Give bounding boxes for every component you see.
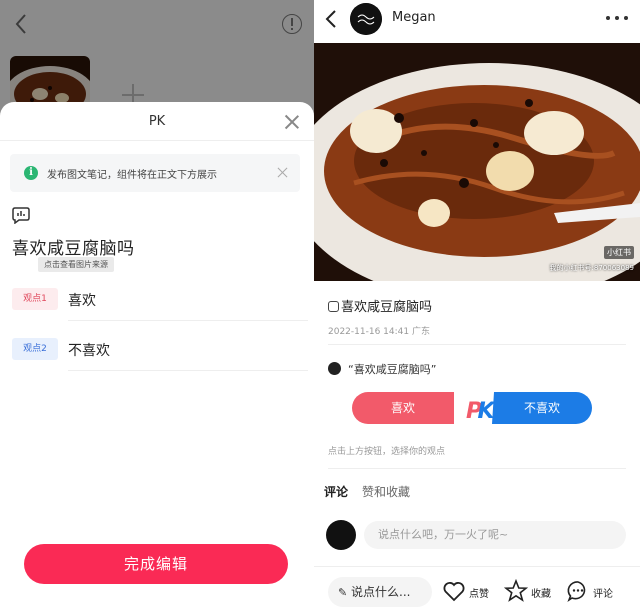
like-label: 点赞	[469, 589, 489, 600]
note-title-text: 喜欢咸豆腐脑吗	[341, 300, 433, 315]
pk-versus-icon: P K	[454, 392, 496, 424]
tab-likes-collections[interactable]: 赞和收藏	[362, 483, 410, 500]
note-title: 喜欢咸豆腐脑吗	[328, 296, 432, 315]
username[interactable]: Megan	[392, 10, 436, 25]
note-photo[interactable]: 小红书 我的小红书号:870063089	[314, 43, 640, 281]
divider	[314, 566, 640, 567]
avatar	[326, 520, 356, 550]
tab-comments[interactable]: 评论	[324, 483, 348, 500]
close-icon[interactable]	[284, 114, 300, 130]
star-icon	[504, 579, 528, 602]
vote-hint: 点击上方按钮，选择你的观点	[328, 447, 446, 457]
note-detail-panel: Megan 小红书 我的小红书号:870063089 喜欢咸豆腐脑吗 2022-…	[314, 0, 640, 613]
svg-text:K: K	[477, 399, 496, 424]
post-date: 2022-11-16 14:41 广东	[328, 327, 430, 337]
divider	[328, 344, 626, 345]
tip-text: 发布图文笔记，组件将在正文下方展示	[47, 170, 217, 181]
option-2[interactable]: 观点2 不喜欢	[12, 338, 308, 371]
tip-close-icon[interactable]	[277, 167, 288, 178]
option-2-badge: 观点2	[12, 338, 58, 360]
collect-label: 收藏	[531, 589, 551, 600]
divider	[328, 468, 626, 469]
back-arrow-icon[interactable]	[324, 8, 340, 30]
avatar[interactable]	[350, 3, 382, 35]
pk-vote-icon	[12, 207, 30, 224]
image-source-tooltip[interactable]: 点击查看图片来源	[38, 257, 114, 272]
pencil-icon: ✎	[338, 586, 348, 599]
heart-icon	[443, 582, 465, 602]
info-circle-icon: i	[24, 166, 38, 180]
option-1-text[interactable]: 喜欢	[68, 290, 96, 310]
question-title[interactable]: 喜欢咸豆腐脑吗	[12, 234, 135, 259]
done-editing-button[interactable]: 完成编辑	[24, 544, 288, 584]
option-1-badge: 观点1	[12, 288, 58, 310]
comment-bubble-icon	[567, 581, 586, 603]
bottom-comment-input[interactable]: ✎ 说点什么...	[328, 577, 432, 607]
tofu-pudding-image	[314, 43, 640, 281]
option-1[interactable]: 观点1 喜欢	[12, 288, 308, 321]
more-options-icon[interactable]	[606, 12, 628, 24]
comment-label: 评论	[593, 589, 613, 600]
option-2-text[interactable]: 不喜欢	[68, 340, 110, 360]
info-tip-banner: i 发布图文笔记，组件将在正文下方展示	[10, 154, 300, 192]
comment-input[interactable]: 说点什么吧，万一火了呢~	[364, 521, 626, 549]
divider	[0, 140, 314, 141]
photo-watermark: 我的小红书号:870063089	[549, 264, 634, 272]
pk-bottom-sheet: PK i 发布图文笔记，组件将在正文下方展示 喜欢咸豆腐脑吗 点击查看图片来源 …	[0, 102, 314, 613]
vote-dislike-button[interactable]: 不喜欢	[492, 392, 592, 424]
vote-question: “喜欢咸豆腐脑吗”	[348, 363, 437, 376]
bottom-input-text: 说点什么...	[351, 585, 411, 599]
option-2-underline	[68, 370, 308, 371]
app-logo-badge: 小红书	[604, 246, 634, 259]
pk-vote-icon	[328, 301, 339, 312]
sheet-title: PK	[148, 114, 166, 129]
vote-like-button[interactable]: 喜欢	[352, 392, 454, 424]
vote-avatar-icon	[328, 362, 341, 375]
option-1-underline	[68, 320, 308, 321]
pk-editor-panel: PK i 发布图文笔记，组件将在正文下方展示 喜欢咸豆腐脑吗 点击查看图片来源 …	[0, 0, 314, 613]
